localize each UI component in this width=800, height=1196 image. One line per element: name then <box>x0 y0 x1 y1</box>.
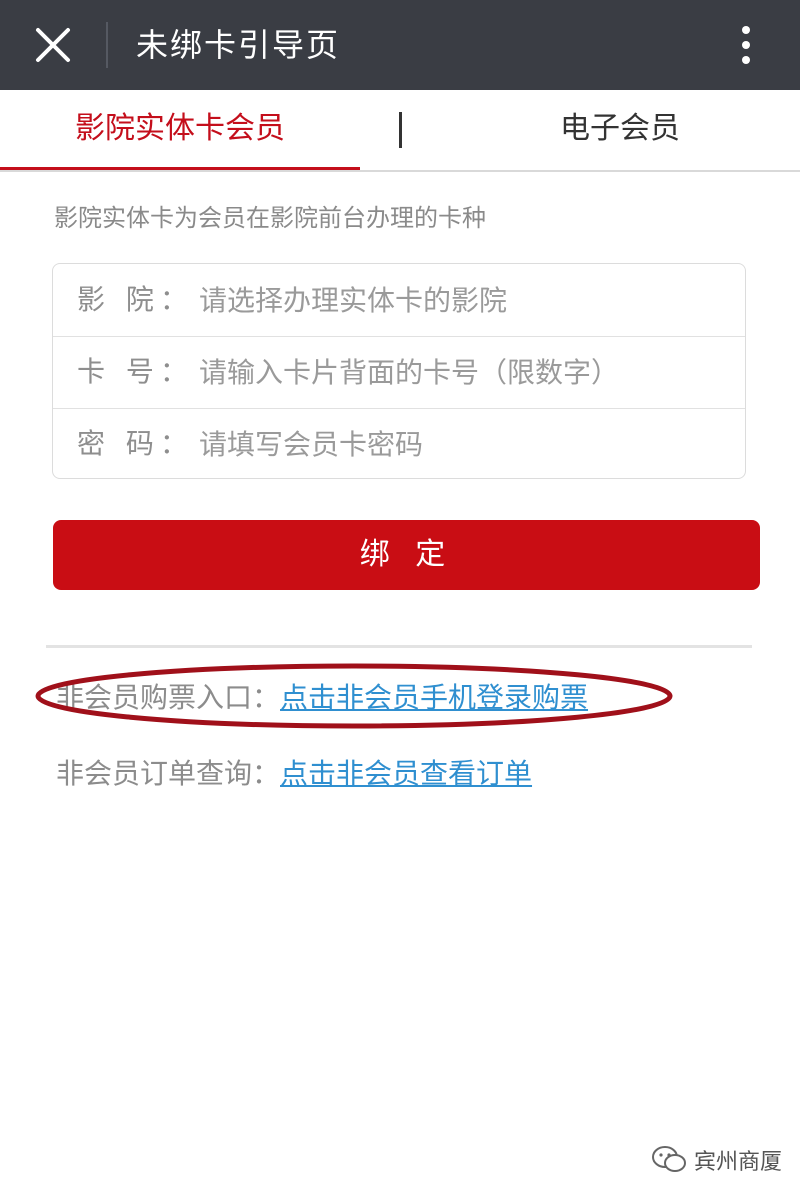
tab-physical-card-member[interactable]: 影院实体卡会员 <box>0 90 360 170</box>
cinema-label: 影 院： <box>77 283 194 316</box>
password-row: 密 码： <box>53 408 745 480</box>
tab-divider <box>399 112 402 148</box>
cinema-select[interactable] <box>199 278 729 322</box>
card-number-label: 卡 号： <box>77 355 194 388</box>
top-bar: 未绑卡引导页 <box>0 0 800 90</box>
card-number-input[interactable] <box>199 350 729 394</box>
non-member-order-label: 非会员订单查询： <box>56 757 281 790</box>
watermark-text: 宾州商厦 <box>694 1150 783 1175</box>
intro-text: 影院实体卡为会员在影院前台办理的卡种 <box>54 204 486 232</box>
password-label: 密 码： <box>77 427 194 460</box>
topbar-separator <box>106 22 108 68</box>
non-member-login-purchase-link[interactable]: 点击非会员手机登录购票 <box>280 681 588 714</box>
bind-button[interactable]: 绑 定 <box>53 520 760 590</box>
more-vertical-icon[interactable] <box>736 22 756 68</box>
card-number-row: 卡 号： <box>53 336 745 409</box>
page-title: 未绑卡引导页 <box>136 26 341 64</box>
cinema-row[interactable]: 影 院： <box>53 264 745 337</box>
bind-card-form: 影 院： 卡 号： 密 码： <box>52 263 746 479</box>
tab-electronic-member[interactable]: 电子会员 <box>440 90 800 168</box>
watermark: 宾州商厦 <box>650 1140 782 1180</box>
password-input[interactable] <box>199 422 729 466</box>
non-member-purchase-label: 非会员购票入口： <box>56 681 281 714</box>
wechat-icon <box>652 1146 686 1172</box>
close-icon[interactable] <box>30 22 76 68</box>
non-member-view-orders-link[interactable]: 点击非会员查看订单 <box>280 757 532 790</box>
section-divider <box>46 645 752 648</box>
non-member-order-query: 非会员订单查询：点击非会员查看订单 <box>56 752 532 792</box>
tab-bar: 影院实体卡会员 电子会员 <box>0 90 800 172</box>
non-member-purchase-entry: 非会员购票入口：点击非会员手机登录购票 <box>56 676 588 716</box>
